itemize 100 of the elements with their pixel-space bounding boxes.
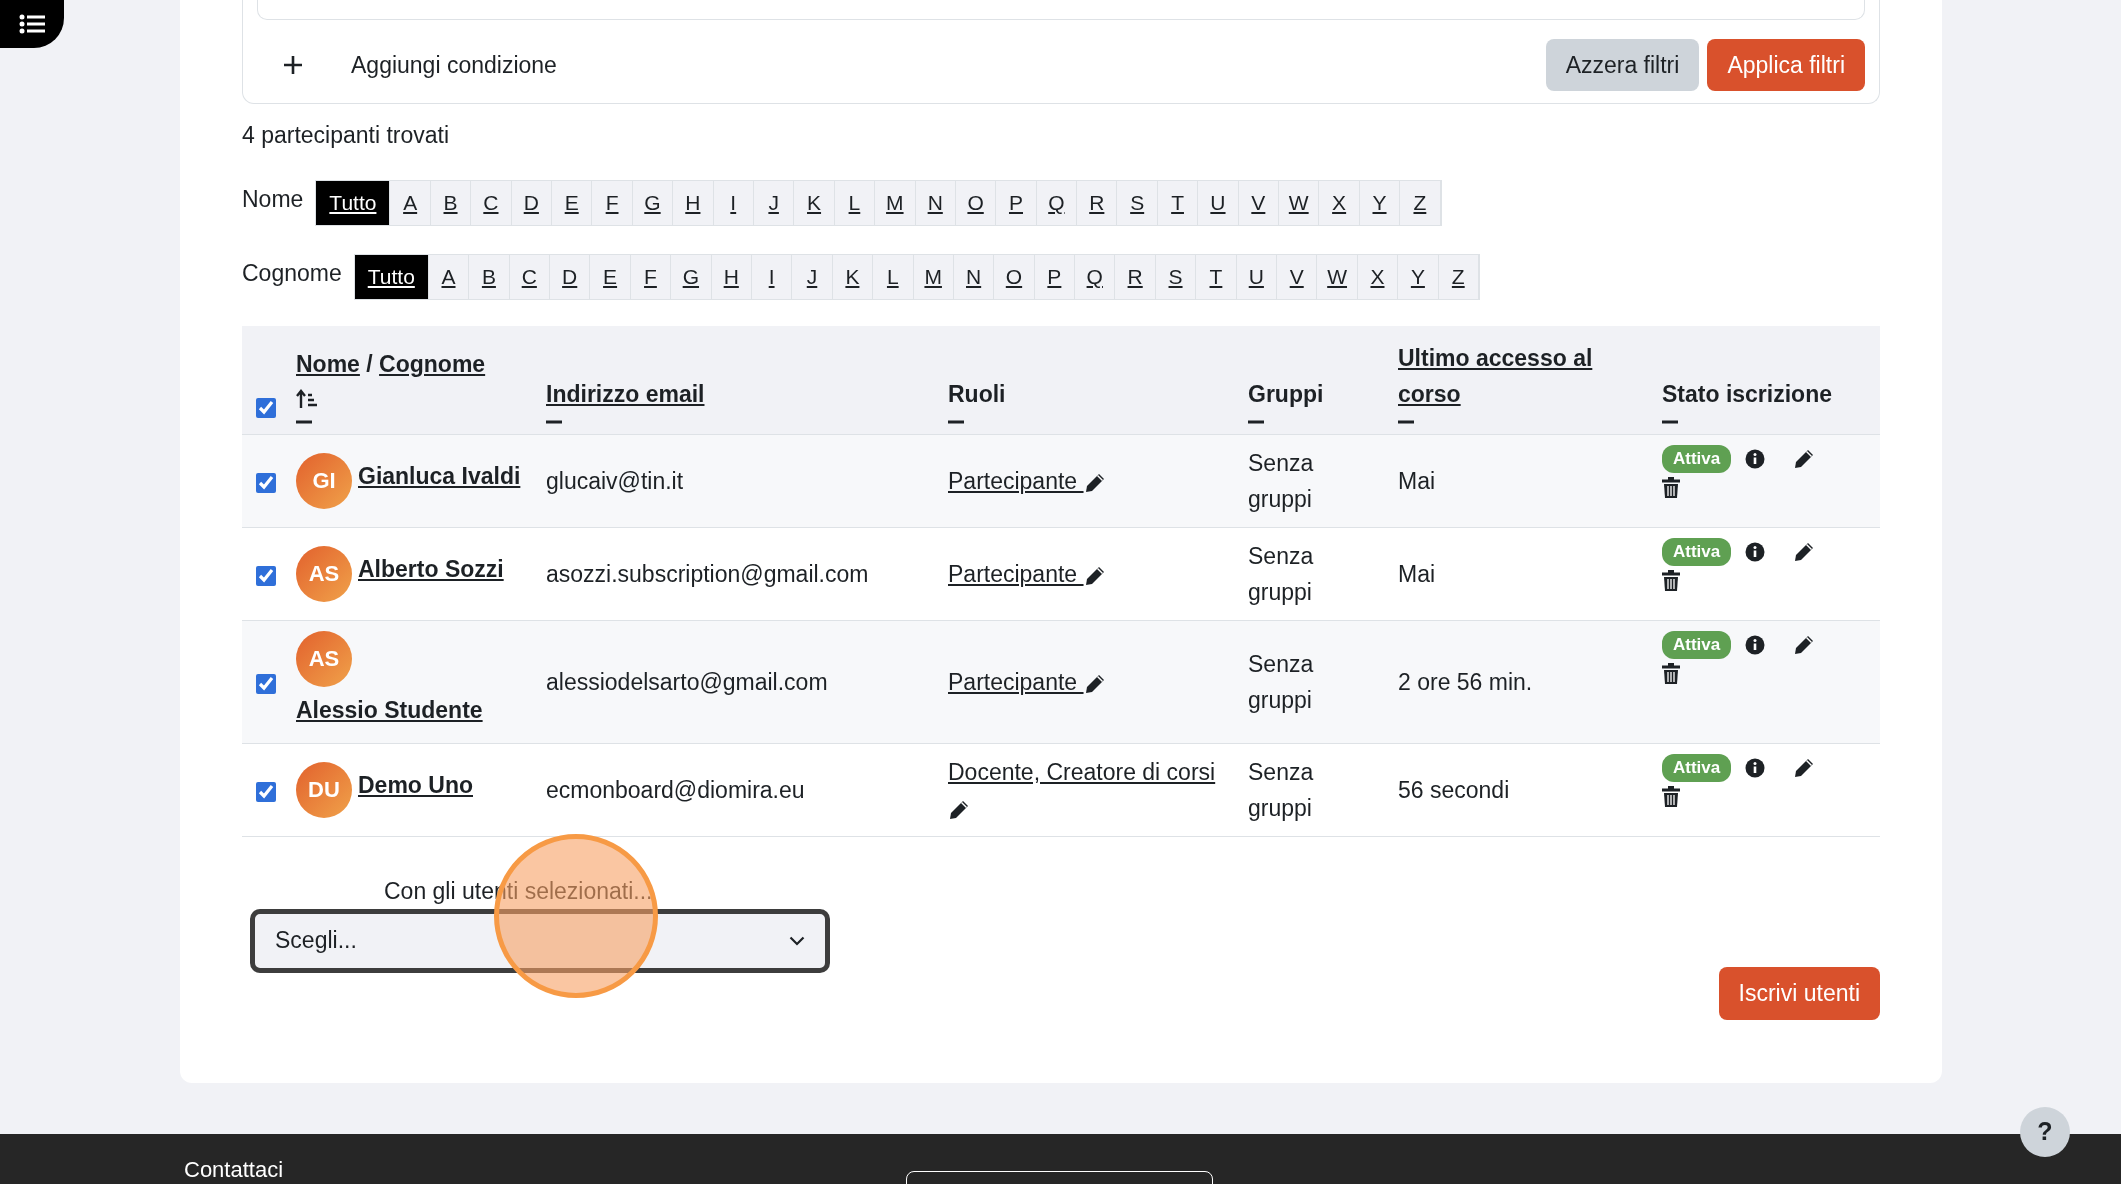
enrol-users-button[interactable]: Iscrivi utenti [1718,967,1880,1020]
initial-link[interactable]: P [1034,255,1076,299]
user-name-link[interactable]: Alberto Sozzi [358,546,504,592]
collapse-icon[interactable] [546,420,562,424]
initial-link[interactable]: W [1317,255,1358,299]
pencil-icon[interactable] [1083,471,1106,494]
column-sort-link[interactable]: Cognome [379,351,486,377]
initial-link[interactable]: V [1277,255,1318,299]
initial-link[interactable]: Q [1036,181,1078,225]
initial-link[interactable]: C [509,255,550,299]
initial-link[interactable]: A [390,181,431,225]
initial-link[interactable]: S [1117,181,1158,225]
initial-link[interactable]: F [592,181,633,225]
initial-link[interactable]: M [875,181,916,225]
initial-link[interactable]: I [713,181,754,225]
initial-link[interactable]: W [1279,181,1320,225]
pencil-icon[interactable] [1083,672,1106,695]
initial-link[interactable]: T [1196,255,1237,299]
select-all-checkbox[interactable] [256,397,276,418]
initial-link[interactable]: C [471,181,512,225]
initial-link[interactable]: U [1198,181,1239,225]
collapse-icon[interactable] [296,420,312,424]
row-checkbox[interactable] [256,781,276,802]
initial-link[interactable]: G [632,181,674,225]
initial-link[interactable]: G [671,255,712,299]
info-icon[interactable] [1745,542,1766,562]
initial-link[interactable]: K [832,255,874,299]
initial-link[interactable]: E [590,255,631,299]
initial-link[interactable]: B [430,181,472,225]
bulk-action-select[interactable]: Scegli... [250,908,830,973]
pencil-icon[interactable] [1083,564,1106,587]
user-name-link[interactable]: Alessio Studente [296,687,483,733]
initial-link[interactable]: U [1236,255,1277,299]
initial-link[interactable]: D [511,181,552,225]
collapse-icon[interactable] [1398,420,1414,424]
pencil-icon[interactable] [1793,757,1816,779]
roles-link[interactable]: Partecipante [948,669,1084,695]
pencil-icon[interactable] [1793,634,1816,656]
column-sort-link[interactable]: Nome [296,351,360,377]
row-checkbox[interactable] [256,472,276,493]
initial-link[interactable]: L [873,255,914,299]
apply-filters-button[interactable]: Applica filtri [1707,38,1865,91]
pencil-icon[interactable] [1793,448,1816,470]
initial-link[interactable]: Z [1438,255,1479,299]
initial-link[interactable]: V [1238,181,1280,225]
initial-link[interactable]: Z [1400,181,1441,225]
trash-icon[interactable] [1662,570,1680,592]
initial-link[interactable]: L [834,181,876,225]
collapse-icon[interactable] [1248,420,1264,424]
trash-icon[interactable] [1662,786,1680,808]
initial-link[interactable]: E [552,181,593,225]
initial-link[interactable]: O [994,255,1035,299]
initial-link[interactable]: J [792,255,833,299]
user-name-link[interactable]: Demo Uno [358,762,473,808]
initial-link[interactable]: O [955,181,997,225]
roles-link[interactable]: Partecipante [948,468,1084,494]
initial-link[interactable]: T [1157,181,1199,225]
info-icon[interactable] [1745,635,1766,655]
trash-icon[interactable] [1662,477,1680,499]
initial-link[interactable]: I [751,255,793,299]
roles-link[interactable]: Docente, Creatore di corsi [948,759,1216,785]
initial-link[interactable]: X [1357,255,1399,299]
initial-link[interactable]: D [550,255,591,299]
initial-link[interactable]: X [1319,181,1360,225]
initial-link[interactable]: R [1077,181,1118,225]
initial-link[interactable]: N [953,255,995,299]
initial-link[interactable]: H [673,181,714,225]
pencil-icon[interactable] [948,798,970,821]
initial-link[interactable]: Y [1398,255,1439,299]
pencil-icon[interactable] [1793,541,1816,563]
column-sort-link[interactable]: Indirizzo email [546,376,705,412]
info-icon[interactable] [1745,758,1766,778]
initial-link[interactable]: Tutto [316,181,391,225]
user-name-link[interactable]: Gianluca Ivaldi [358,453,521,499]
collapse-icon[interactable] [948,420,964,424]
initial-link[interactable]: K [794,181,835,225]
trash-icon[interactable] [1662,663,1680,685]
drawer-toggle[interactable] [0,0,64,48]
roles-link[interactable]: Partecipante [948,561,1084,587]
row-checkbox[interactable] [256,673,276,694]
initial-link[interactable]: Y [1359,181,1401,225]
initial-link[interactable]: J [753,181,795,225]
info-icon[interactable] [1745,449,1766,469]
initial-link[interactable]: H [711,255,752,299]
help-button[interactable]: ? [2020,1107,2070,1157]
add-condition-link[interactable]: Aggiungi condizione [351,47,557,82]
initial-link[interactable]: Q [1075,255,1116,299]
initial-link[interactable]: M [913,255,954,299]
plus-icon[interactable] [283,54,303,75]
initial-link[interactable]: Tutto [354,255,429,299]
initial-link[interactable]: S [1155,255,1197,299]
initial-link[interactable]: R [1115,255,1156,299]
initial-link[interactable]: A [428,255,470,299]
collapse-icon[interactable] [1662,420,1678,424]
initial-link[interactable]: B [469,255,510,299]
initial-link[interactable]: F [630,255,672,299]
row-checkbox[interactable] [256,565,276,586]
initial-link[interactable]: N [915,181,956,225]
initial-link[interactable]: P [996,181,1037,225]
reset-filters-button[interactable]: Azzera filtri [1545,38,1700,91]
